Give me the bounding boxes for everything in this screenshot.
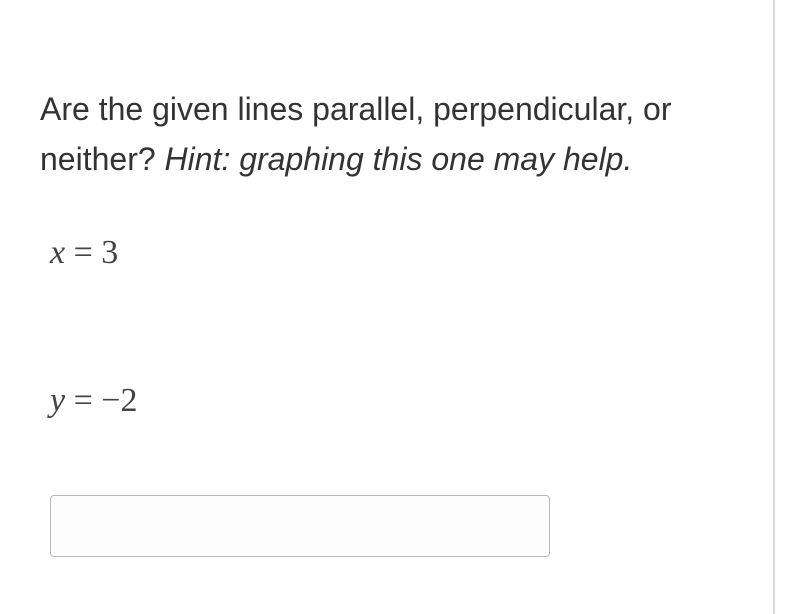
eq1-value: 3 [101,234,118,271]
equation-2: y = −2 [50,382,733,420]
eq1-variable: x [50,234,65,271]
eq2-equals: = [65,382,101,419]
equation-1: x = 3 [50,234,733,272]
question-container: Are the given lines parallel, perpendicu… [0,0,775,614]
eq2-variable: y [50,382,65,419]
question-hint: Hint: graphing this one may help. [165,141,633,177]
eq1-equals: = [65,234,101,271]
eq2-value: −2 [101,382,137,419]
question-prompt: Are the given lines parallel, perpendicu… [40,85,733,184]
answer-input[interactable] [50,495,550,557]
